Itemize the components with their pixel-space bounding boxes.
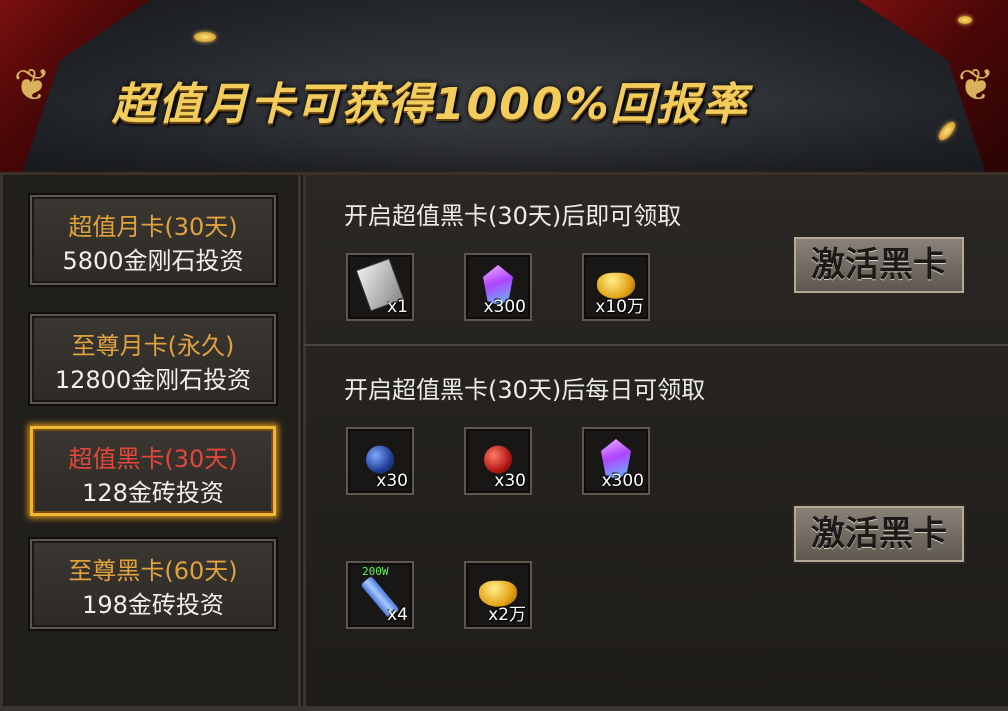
card-option-price: 5800金刚石投资 [62,247,244,275]
reward-slot[interactable]: x10万 [582,253,650,321]
card-option-price: 12800金刚石投资 [54,366,252,394]
card-option-name: 超值月卡(30天) [68,213,238,241]
banner: ❦ ❦ 超值月卡可获得1000%回报率 [0,0,1008,175]
reward-slot[interactable]: x300 [464,253,532,321]
card-list-panel: 超值月卡(30天) 5800金刚石投资 至尊月卡(永久) 12800金刚石投资 … [0,175,301,711]
banner-title: 超值月卡可获得1000%回报率 [112,79,749,130]
reward-slot[interactable]: x2万 [464,561,532,629]
reward-quantity: x1 [387,297,408,317]
reward-quantity: x30 [376,471,408,491]
reward-slot[interactable]: x1 [346,253,414,321]
card-option-price: 198金砖投资 [82,591,224,619]
wing-ornament-icon: ❦ [957,60,995,111]
section-divider [303,344,1008,346]
reward-quantity: x4 [387,605,408,625]
activate-black-card-button[interactable]: 激活黑卡 [794,237,964,293]
reward-slot[interactable]: x300 [582,427,650,495]
reward-slot[interactable]: x30 [346,427,414,495]
reward-quantity: x30 [494,471,526,491]
daily-reward-title: 开启超值黑卡(30天)后每日可领取 [344,376,706,404]
card-option-price: 128金砖投资 [82,479,224,507]
card-option-black-60[interactable]: 至尊黑卡(60天) 198金砖投资 [30,539,276,629]
card-option-monthly-30[interactable]: 超值月卡(30天) 5800金刚石投资 [30,195,276,285]
reward-quantity: x300 [483,297,526,317]
card-option-name: 至尊月卡(永久) [71,332,235,360]
card-option-black-30[interactable]: 超值黑卡(30天) 128金砖投资 [30,426,276,516]
card-option-name: 超值黑卡(30天) [68,445,238,473]
once-reward-title: 开启超值黑卡(30天)后即可领取 [344,202,682,230]
frame-bottom [0,706,1008,711]
reward-slot[interactable]: 200W x4 [346,561,414,629]
reward-quantity: x2万 [488,605,526,625]
reward-tag: 200W [362,565,389,578]
wing-ornament-icon: ❦ [13,60,51,111]
reward-quantity: x10万 [595,297,644,317]
coin-icon [194,32,216,42]
red-orb-icon [484,445,512,474]
coin-icon [958,16,972,24]
reward-slot[interactable]: x30 [464,427,532,495]
reward-quantity: x300 [601,471,644,491]
activate-black-card-button[interactable]: 激活黑卡 [794,506,964,562]
blue-orb-icon [366,445,394,474]
card-option-name: 至尊黑卡(60天) [68,557,238,585]
card-option-monthly-permanent[interactable]: 至尊月卡(永久) 12800金刚石投资 [30,314,276,404]
